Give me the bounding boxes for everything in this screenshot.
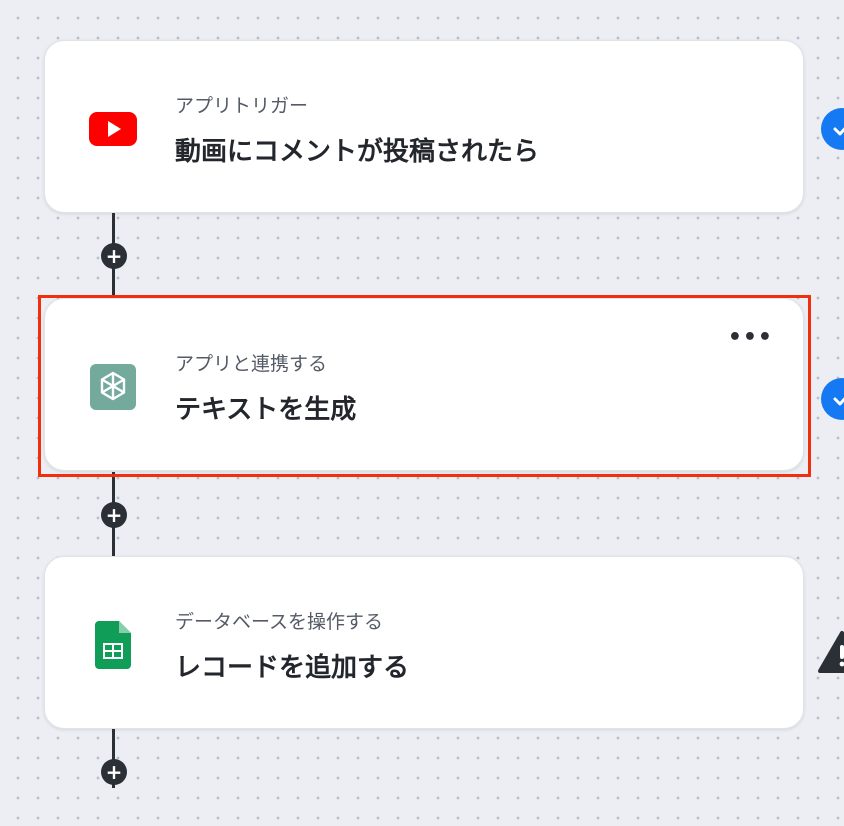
- more-options-icon[interactable]: •••: [728, 325, 773, 350]
- add-step-button[interactable]: +: [101, 759, 127, 785]
- warning-icon: [818, 630, 844, 678]
- chatgpt-icon: [89, 363, 137, 411]
- google-sheets-icon: [89, 621, 137, 669]
- step-title: レコードを追加する: [175, 653, 410, 683]
- flow-step-card-add-record[interactable]: データベースを操作する レコードを追加する: [44, 556, 804, 729]
- add-step-button[interactable]: +: [101, 502, 127, 528]
- add-step-button[interactable]: +: [101, 243, 127, 269]
- flow-step-card-trigger[interactable]: アプリトリガー 動画にコメントが投稿されたら: [44, 40, 804, 213]
- step-subtitle: アプリトリガー: [175, 95, 309, 117]
- step-subtitle: データベースを操作する: [175, 611, 384, 633]
- step-title: 動画にコメントが投稿されたら: [175, 137, 540, 167]
- step-subtitle: アプリと連携する: [175, 353, 328, 375]
- flow-step-card-generate-text[interactable]: ••• アプリと連携する テキストを生成: [44, 298, 804, 471]
- check-icon: [821, 108, 844, 150]
- step-title: テキストを生成: [175, 395, 357, 425]
- check-icon: [821, 378, 844, 420]
- youtube-icon: [89, 105, 137, 153]
